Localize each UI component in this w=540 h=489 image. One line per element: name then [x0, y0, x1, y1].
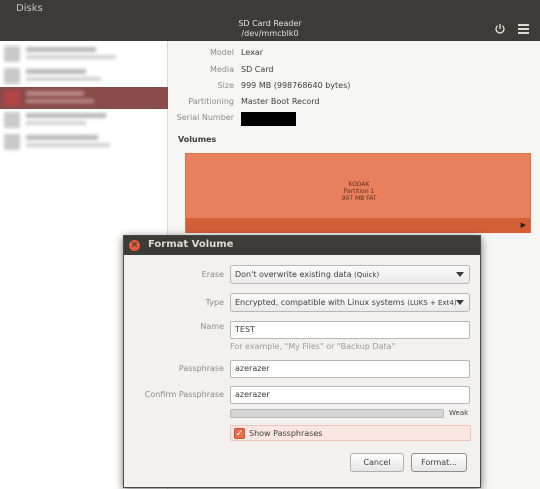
chevron-down-icon: [456, 272, 464, 277]
drive-icon: [4, 46, 20, 62]
mount-play-icon[interactable]: ▶: [521, 221, 526, 229]
passphrase-strength-bar: [230, 409, 444, 418]
device-path: /dev/mmcblk0: [241, 29, 299, 38]
erase-label: Erase: [201, 270, 224, 279]
property-model: Model Lexar: [209, 48, 264, 57]
property-partitioning: Partitioning Master Boot Record: [188, 97, 320, 106]
dialog-titlebar: × Format Volume: [124, 236, 480, 255]
app-title: Disks: [16, 3, 43, 14]
device-title: SD Card Reader /dev/mmcblk0: [200, 19, 340, 39]
sd-card-icon: [4, 90, 20, 106]
strength-label: Weak: [449, 409, 469, 417]
confirm-passphrase-input[interactable]: azerazer: [230, 386, 470, 404]
sidebar-device-item[interactable]: [0, 109, 168, 131]
sidebar-device-item[interactable]: [0, 43, 168, 65]
device-name: SD Card Reader: [238, 19, 302, 28]
name-hint: For example, "My Files" or "Backup Data": [230, 342, 396, 351]
window-titlebar: Disks SD Card Reader /dev/mmcblk0: [0, 0, 540, 41]
property-media: Media SD Card: [209, 65, 274, 74]
sidebar-device-item[interactable]: [0, 65, 168, 87]
name-input[interactable]: TEST: [230, 321, 470, 339]
property-serial-number: Serial Number: [168, 112, 540, 127]
redacted-serial: [241, 112, 296, 126]
power-icon[interactable]: [494, 23, 506, 35]
volume-label: KODAK Partition 1 997 MB FAT: [341, 181, 377, 202]
dialog-title: Format Volume: [148, 239, 234, 250]
type-combo[interactable]: Encrypted, compatible with Linux systems…: [230, 293, 470, 312]
drive-icon: [4, 112, 20, 128]
show-passphrases-row[interactable]: ✓ Show Passphrases: [230, 425, 471, 441]
format-volume-dialog: × Format Volume Erase Don't overwrite ex…: [123, 235, 481, 488]
sidebar-device-item[interactable]: [0, 131, 168, 153]
passphrase-input[interactable]: azerazer: [230, 360, 470, 378]
confirm-passphrase-label: Confirm Passphrase: [144, 390, 224, 399]
format-button[interactable]: Format...: [411, 453, 467, 472]
erase-combo[interactable]: Don't overwrite existing data (Quick): [230, 265, 470, 284]
passphrase-label: Passphrase: [178, 364, 224, 373]
name-label: Name: [200, 322, 224, 331]
type-label: Type: [205, 298, 224, 307]
sidebar-device-item-selected[interactable]: [0, 87, 168, 109]
chevron-down-icon: [456, 300, 464, 305]
property-size: Size 999 MB (998768640 bytes): [217, 81, 351, 90]
volume-filesystem-strip[interactable]: [186, 218, 530, 233]
volume-partition-bar[interactable]: KODAK Partition 1 997 MB FAT ▶: [185, 153, 531, 233]
volumes-heading: Volumes: [178, 135, 217, 144]
cancel-button[interactable]: Cancel: [350, 453, 404, 472]
hamburger-menu-icon[interactable]: [518, 24, 529, 34]
close-icon[interactable]: ×: [129, 240, 140, 251]
drive-icon: [4, 134, 20, 150]
show-passphrases-label[interactable]: Show Passphrases: [249, 429, 322, 438]
show-passphrases-checkbox[interactable]: ✓: [234, 428, 245, 439]
drive-icon: [4, 68, 20, 84]
